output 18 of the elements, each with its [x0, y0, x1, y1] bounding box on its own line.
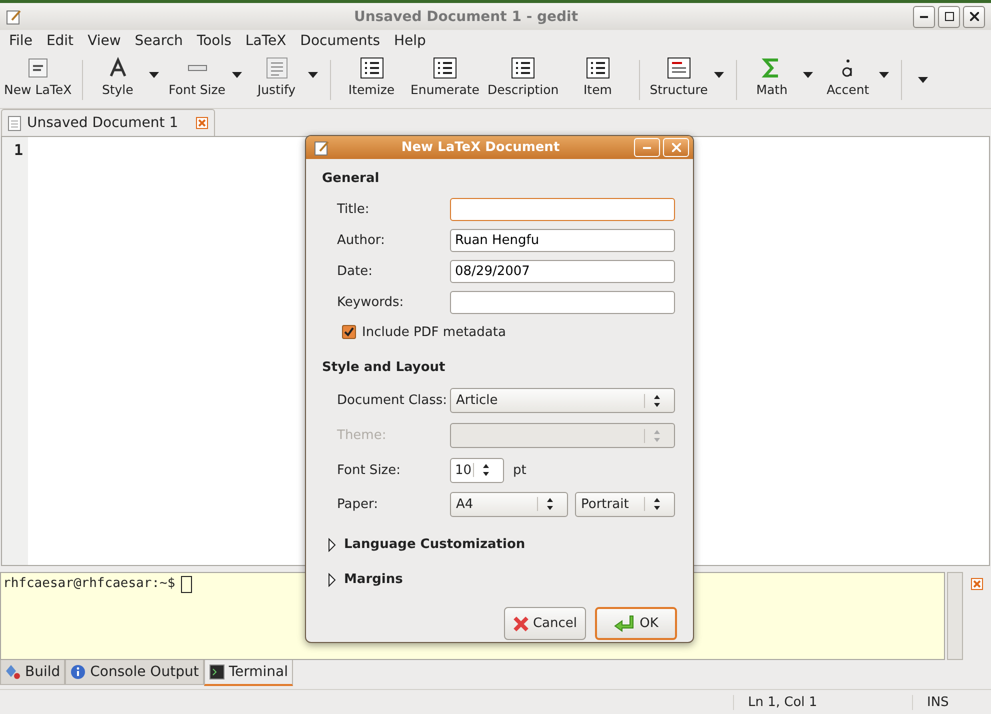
section-heading: Style and Layout — [322, 360, 446, 375]
terminal-prompt: rhfcaesar@rhfcaesar:~$ — [3, 576, 176, 591]
field-label: Title: — [337, 202, 370, 217]
cursor-position: Ln 1, Col 1 — [733, 694, 912, 710]
field-label: Theme: — [337, 428, 388, 443]
field-label: Keywords: — [337, 295, 405, 310]
field-label: Document Class: — [337, 393, 448, 408]
section-heading: General — [322, 171, 380, 186]
field-label: Date: — [337, 264, 374, 279]
unit-label: pt — [513, 462, 526, 478]
field-label: Paper: — [337, 496, 379, 512]
field-label: Author: — [337, 233, 386, 248]
field-label: Font Size: — [337, 462, 402, 478]
window-title: Unsaved Document 1 - gedit — [352, 8, 580, 24]
checkbox-label: Include PDF metadata — [362, 324, 506, 340]
dialog-title: New LaTeX Document — [400, 140, 561, 155]
insert-mode: INS — [912, 694, 991, 710]
line-number: 1 — [14, 141, 24, 159]
